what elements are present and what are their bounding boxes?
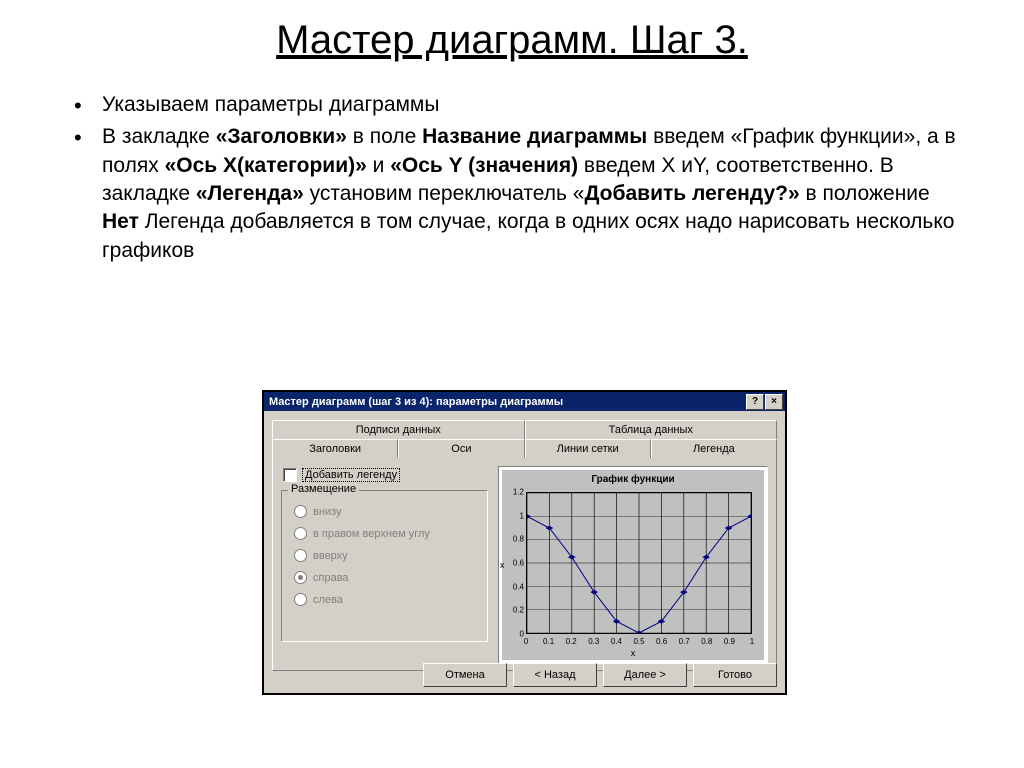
y-axis-label: x xyxy=(500,560,505,570)
tab-panel: Добавить легенду Размещение внизу в прав… xyxy=(272,458,777,671)
finish-button[interactable]: Готово xyxy=(693,663,777,687)
wizard-dialog: Мастер диаграмм (шаг 3 из 4): параметры … xyxy=(262,390,787,695)
tab-data-labels[interactable]: Подписи данных xyxy=(272,420,525,439)
y-axis-ticks: 00.20.40.60.811.2 xyxy=(508,492,524,634)
slide-title: Мастер диаграмм. Шаг 3. xyxy=(60,18,964,63)
add-legend-checkbox[interactable]: Добавить легенду xyxy=(283,468,400,482)
x-axis-label: x xyxy=(502,648,764,658)
bullet-2: В закладке «Заголовки» в поле Название д… xyxy=(68,123,964,265)
radio-bottom[interactable]: внизу xyxy=(294,505,341,518)
radio-right[interactable]: справа xyxy=(294,571,349,584)
plot-area xyxy=(526,492,752,634)
chart-preview: График функции x 00.20.40.60.811.2 00.10… xyxy=(498,466,768,664)
checkbox-icon xyxy=(283,468,297,482)
dialog-title: Мастер диаграмм (шаг 3 из 4): параметры … xyxy=(269,396,745,408)
radio-left[interactable]: слева xyxy=(294,593,343,606)
x-axis-ticks: 00.10.20.30.40.50.60.70.80.91 xyxy=(526,636,752,646)
chart-title: График функции xyxy=(502,470,764,485)
radio-top[interactable]: вверху xyxy=(294,549,348,562)
tab-gridlines[interactable]: Линии сетки xyxy=(525,439,651,458)
tab-legend[interactable]: Легенда xyxy=(651,439,777,458)
tab-axes[interactable]: Оси xyxy=(398,439,524,458)
close-button[interactable]: × xyxy=(765,394,783,410)
placement-caption: Размещение xyxy=(288,483,359,495)
tab-titles[interactable]: Заголовки xyxy=(272,439,398,458)
dialog-titlebar: Мастер диаграмм (шаг 3 из 4): параметры … xyxy=(264,392,785,411)
help-button[interactable]: ? xyxy=(746,394,764,410)
add-legend-label: Добавить легенду xyxy=(302,468,400,482)
tab-data-table[interactable]: Таблица данных xyxy=(525,420,778,439)
next-button[interactable]: Далее > xyxy=(603,663,687,687)
bullet-1: Указываем параметры диаграммы xyxy=(68,91,964,119)
radio-corner[interactable]: в правом верхнем углу xyxy=(294,527,430,540)
cancel-button[interactable]: Отмена xyxy=(423,663,507,687)
placement-group: Размещение внизу в правом верхнем углу в… xyxy=(281,490,488,642)
back-button[interactable]: < Назад xyxy=(513,663,597,687)
